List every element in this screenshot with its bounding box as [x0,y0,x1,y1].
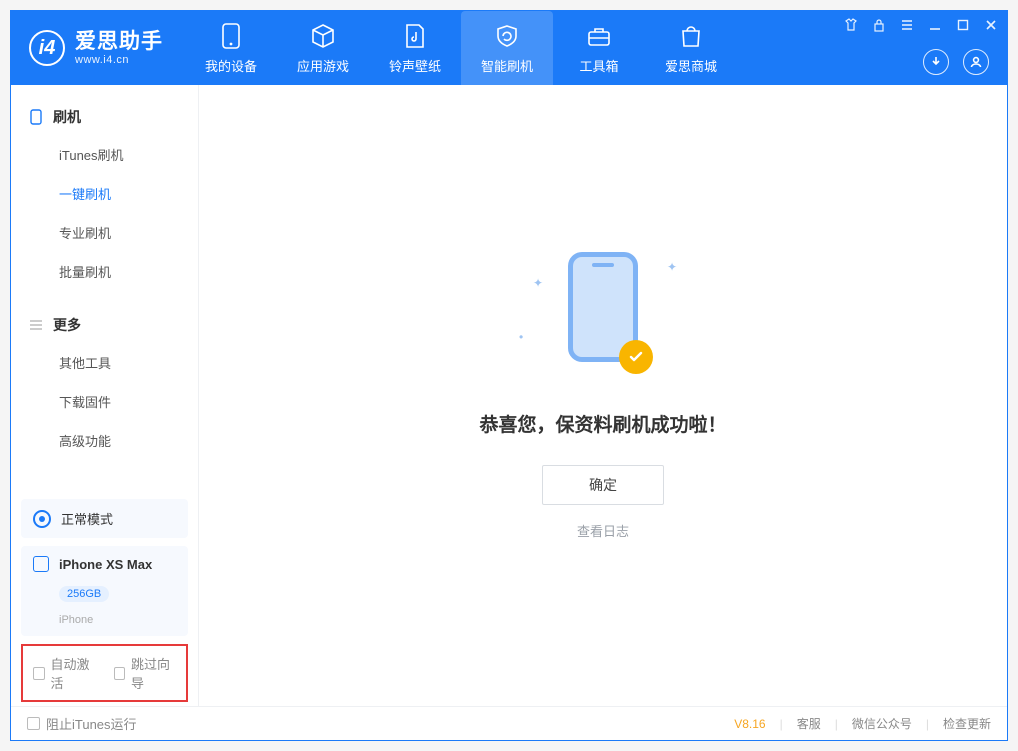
sparkle-icon: ✦ [667,260,677,274]
nav-label: 应用游戏 [297,56,349,75]
success-message: 恭喜您，保资料刷机成功啦！ [479,410,726,437]
nav-label: 我的设备 [205,56,257,75]
user-icon[interactable] [963,49,989,75]
checkbox-label: 阻止iTunes运行 [46,714,137,733]
device-name: iPhone XS Max [59,557,152,572]
sidebar-item-download-firmware[interactable]: 下载固件 [11,382,198,421]
app-url: www.i4.cn [75,54,163,66]
main-panel: ✦ ✦ • 恭喜您，保资料刷机成功啦！ 确定 查看日志 [199,85,1007,706]
mode-card[interactable]: 正常模式 [21,499,188,538]
phone-icon [217,22,245,50]
body: 刷机 iTunes刷机 一键刷机 专业刷机 批量刷机 更多 其他工具 下载固件 … [11,85,1007,706]
footer-link-support[interactable]: 客服 [797,715,821,732]
sidebar-item-other-tools[interactable]: 其他工具 [11,343,198,382]
checkbox-icon [33,667,45,680]
bag-icon [677,22,705,50]
sidebar-group-more: 更多 [11,307,198,343]
logo-icon: i4 [29,30,65,66]
sparkle-icon: • [519,330,523,344]
maximize-button[interactable] [955,17,971,33]
cube-icon [309,22,337,50]
checkbox-auto-activate[interactable]: 自动激活 [33,654,96,692]
sidebar-item-advanced[interactable]: 高级功能 [11,421,198,460]
nav-ringtone-wallpaper[interactable]: 铃声壁纸 [369,11,461,85]
footer-link-wechat[interactable]: 微信公众号 [852,715,912,732]
checkbox-label: 跳过向导 [131,654,176,692]
sidebar-item-pro-flash[interactable]: 专业刷机 [11,213,198,252]
nav-store[interactable]: 爱思商城 [645,11,737,85]
header: i4 爱思助手 www.i4.cn 我的设备 应用游戏 铃声壁纸 智能刷机 [11,11,1007,85]
sparkle-icon: ✦ [533,276,543,290]
shirt-icon[interactable] [843,17,859,33]
device-type: iPhone [59,614,93,626]
lock-icon[interactable] [871,17,887,33]
nav-smart-flash[interactable]: 智能刷机 [461,11,553,85]
sidebar-item-itunes-flash[interactable]: iTunes刷机 [11,135,198,174]
group-title: 更多 [53,315,81,335]
ok-button[interactable]: 确定 [542,465,664,505]
mode-icon [33,510,51,528]
device-card[interactable]: iPhone XS Max 256GB iPhone [21,546,188,636]
music-file-icon [401,22,429,50]
list-icon [29,318,43,332]
highlighted-checkbox-row: 自动激活 跳过向导 [21,644,188,702]
nav-label: 铃声壁纸 [389,56,441,75]
sidebar-bottom: 正常模式 iPhone XS Max 256GB iPhone 自动激活 [11,491,198,706]
footer: 阻止iTunes运行 V8.16 | 客服 | 微信公众号 | 检查更新 [11,706,1007,740]
download-icon[interactable] [923,49,949,75]
checkmark-badge-icon [619,340,653,374]
logo: i4 爱思助手 www.i4.cn [11,11,185,85]
menu-icon[interactable] [899,17,915,33]
sidebar-item-oneclick-flash[interactable]: 一键刷机 [11,174,198,213]
nav-my-device[interactable]: 我的设备 [185,11,277,85]
group-title: 刷机 [53,107,81,127]
sidebar-group-flash: 刷机 [11,99,198,135]
sidebar: 刷机 iTunes刷机 一键刷机 专业刷机 批量刷机 更多 其他工具 下载固件 … [11,85,199,706]
header-actions [923,49,989,75]
nav-toolbox[interactable]: 工具箱 [553,11,645,85]
device-icon [33,556,49,572]
view-log-link[interactable]: 查看日志 [577,521,629,540]
version-label: V8.16 [734,717,765,731]
success-illustration: ✦ ✦ • [523,252,683,382]
app-window: i4 爱思助手 www.i4.cn 我的设备 应用游戏 铃声壁纸 智能刷机 [10,10,1008,741]
nav-label: 爱思商城 [665,56,717,75]
sidebar-scroll: 刷机 iTunes刷机 一键刷机 专业刷机 批量刷机 更多 其他工具 下载固件 … [11,85,198,491]
nav-apps-games[interactable]: 应用游戏 [277,11,369,85]
checkbox-block-itunes[interactable]: 阻止iTunes运行 [27,714,137,733]
refresh-shield-icon [493,22,521,50]
logo-text: 爱思助手 www.i4.cn [75,30,163,65]
toolbox-icon [585,22,613,50]
close-button[interactable] [983,17,999,33]
checkbox-icon [114,667,126,680]
top-nav: 我的设备 应用游戏 铃声壁纸 智能刷机 工具箱 爱思商城 [185,11,737,85]
nav-label: 工具箱 [579,56,618,75]
minimize-button[interactable] [927,17,943,33]
checkbox-skip-guide[interactable]: 跳过向导 [114,654,177,692]
window-controls [843,17,999,33]
footer-link-update[interactable]: 检查更新 [943,715,991,732]
nav-label: 智能刷机 [481,56,533,75]
app-name: 爱思助手 [75,30,163,53]
phone-small-icon [29,110,43,124]
checkbox-label: 自动激活 [51,654,96,692]
device-capacity: 256GB [59,586,109,602]
mode-label: 正常模式 [61,509,113,528]
footer-right: V8.16 | 客服 | 微信公众号 | 检查更新 [734,715,991,732]
sidebar-item-batch-flash[interactable]: 批量刷机 [11,252,198,291]
checkbox-icon [27,717,40,730]
